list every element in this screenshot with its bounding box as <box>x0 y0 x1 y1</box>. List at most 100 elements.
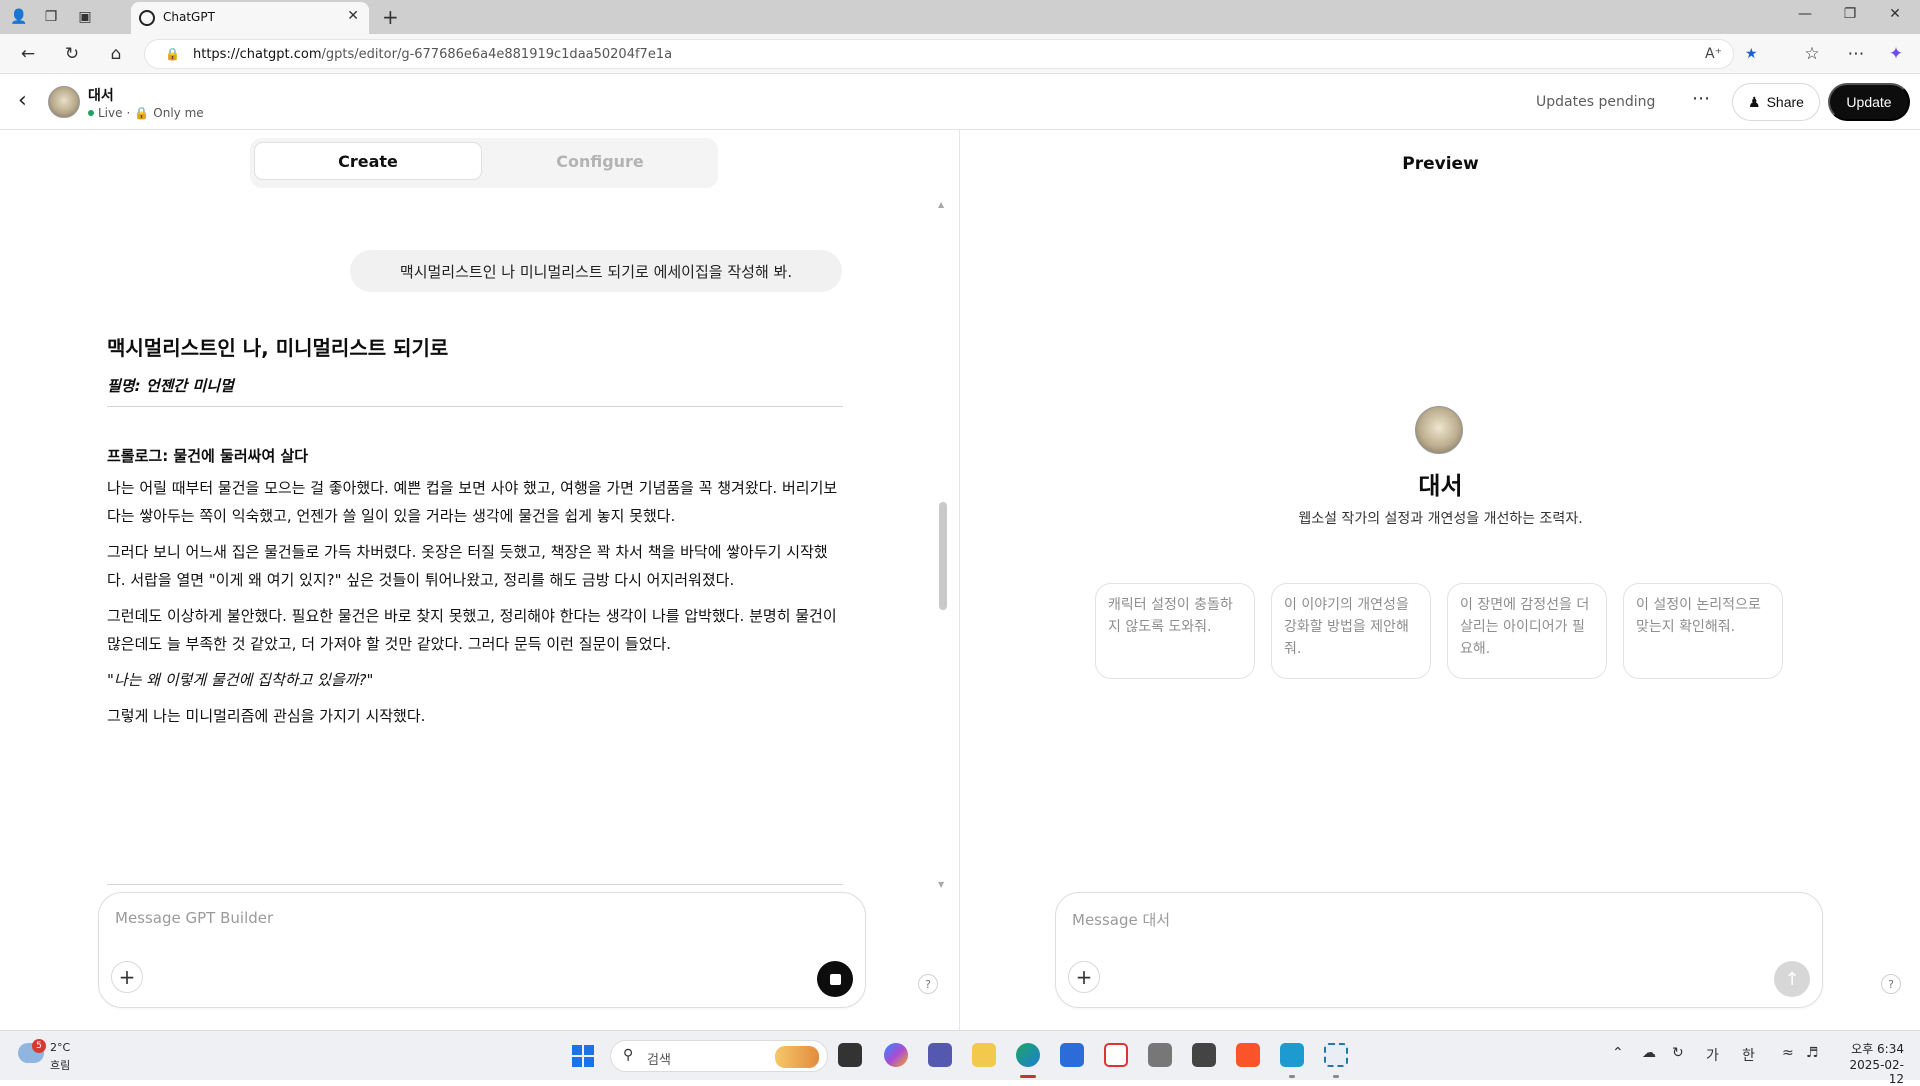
sync-icon[interactable]: ↻ <box>1672 1045 1684 1061</box>
preview-title: Preview <box>1402 154 1479 174</box>
weather-temp[interactable]: 2°C <box>50 1041 70 1054</box>
preview-gpt-name: 대서 <box>1418 472 1463 500</box>
help-icon[interactable]: ? <box>1881 974 1901 994</box>
reload-icon[interactable]: ↻ <box>60 42 84 66</box>
snipping-tool-icon[interactable] <box>1324 1043 1348 1067</box>
search-icon: ⚲ <box>623 1047 634 1063</box>
clock-time[interactable]: 오후 6:34 <box>1848 1040 1904 1057</box>
live-dot-icon <box>88 110 94 116</box>
gpt-status: Live · 🔒 Only me <box>88 106 204 120</box>
active-app-indicator <box>1020 1075 1036 1078</box>
assistant-message: 맥시멀리스트인 나, 미니멀리스트 되기로 필명: 언젠간 미니멀 프롤로그: … <box>107 332 843 738</box>
scroll-down-icon[interactable]: ▼ <box>938 880 944 889</box>
tab-title: ChatGPT <box>163 10 215 24</box>
tab-configure[interactable]: Configure <box>486 142 714 180</box>
task-view-icon[interactable] <box>838 1043 862 1067</box>
close-tab-icon[interactable]: ✕ <box>347 8 359 24</box>
file-explorer-icon[interactable] <box>972 1043 996 1067</box>
essay-section-heading: 프롤로그: 물건에 둘러싸여 살다 <box>107 447 309 465</box>
help-icon[interactable]: ? <box>918 974 938 994</box>
chatgpt-favicon-icon <box>139 10 155 26</box>
favorites-icon[interactable]: ☆ <box>1800 42 1824 66</box>
person-icon: ♟ <box>1748 93 1761 110</box>
more-options-icon[interactable]: ⋯ <box>1692 88 1710 109</box>
divider <box>107 884 843 885</box>
user-message: 맥시멀리스트인 나 미니멀리스트 되기로 에세이집을 작성해 봐. <box>350 250 842 292</box>
divider <box>107 406 843 407</box>
search-highlight-icon <box>775 1046 819 1068</box>
tab-actions-icon[interactable]: ▣ <box>74 6 96 28</box>
sync-app-icon[interactable] <box>1104 1043 1128 1067</box>
copilot-app-icon[interactable] <box>884 1043 908 1067</box>
update-button[interactable]: Update <box>1828 83 1910 121</box>
attach-plus-icon[interactable]: + <box>1068 961 1100 993</box>
builder-scrollbar[interactable]: ▲ ▼ <box>938 200 948 890</box>
attach-plus-icon[interactable]: + <box>111 961 143 993</box>
home-icon[interactable]: ⌂ <box>104 42 128 66</box>
workspaces-icon[interactable]: ❐ <box>40 6 62 28</box>
windows-taskbar: 5 2°C 흐림 ⚲ 검색 ⌃ ☁ ↻ 가 한 ≈ ♬ 오후 6:34 2025… <box>0 1030 1920 1086</box>
new-tab-icon[interactable]: + <box>382 5 399 29</box>
settings-more-icon[interactable]: ⋯ <box>1844 42 1868 66</box>
copilot-icon[interactable]: ✦ <box>1884 42 1908 66</box>
essay-paragraph: 그러다 보니 어느새 집은 물건들로 가득 차버렸다. 옷장은 터질 듯했고, … <box>107 543 828 589</box>
tab-create[interactable]: Create <box>254 142 482 180</box>
stop-icon <box>829 973 841 985</box>
essay-paragraph: 나는 어릴 때부터 물건을 모으는 걸 좋아했다. 예쁜 컵을 보면 사야 했고… <box>107 479 838 525</box>
essay-pen-name: 필명: 언젠간 미니멀 <box>107 377 234 395</box>
essay-title: 맥시멀리스트인 나, 미니멀리스트 되기로 <box>107 336 449 360</box>
share-button[interactable]: ♟ Share <box>1732 83 1820 121</box>
taskbar-search[interactable]: ⚲ 검색 <box>610 1040 828 1072</box>
media-app-icon[interactable] <box>1192 1043 1216 1067</box>
weather-condition[interactable]: 흐림 <box>50 1057 70 1073</box>
send-arrow-icon[interactable]: ↑ <box>1774 961 1810 997</box>
clock-date[interactable]: 2025-02-12 <box>1836 1058 1904 1086</box>
builder-message-input[interactable]: Message GPT Builder <box>115 909 273 927</box>
gpt-avatar <box>1415 406 1463 454</box>
builder-composer[interactable]: Message GPT Builder + <box>98 892 866 1008</box>
conversation-starter[interactable]: 캐릭터 설정이 충돌하지 않도록 도와줘. <box>1095 583 1255 679</box>
chevron-up-icon[interactable]: ⌃ <box>1612 1045 1624 1061</box>
stop-generating-button[interactable] <box>817 961 853 997</box>
favorite-star-icon[interactable]: ★ <box>1745 46 1758 62</box>
conversation-starter[interactable]: 이 설정이 논리적으로 맞는지 확인해줘. <box>1623 583 1783 679</box>
brave-browser-icon[interactable] <box>1236 1043 1260 1067</box>
taskbar-search-text: 검색 <box>647 1053 671 1068</box>
profile-icon[interactable]: 👤 <box>8 6 30 28</box>
preview-message-input[interactable]: Message 대서 <box>1072 909 1170 930</box>
builder-pane: Create Configure 맥시멀리스트인 나 미니멀리스트 되기로 에세… <box>0 130 960 1030</box>
store-icon[interactable] <box>1060 1043 1084 1067</box>
back-arrow-icon[interactable]: ← <box>16 42 40 66</box>
restore-icon[interactable]: ❐ <box>1835 6 1865 22</box>
read-aloud-icon[interactable]: A⁺ <box>1705 46 1722 62</box>
ime-mode-1[interactable]: 가 <box>1706 1045 1719 1065</box>
back-chevron-icon[interactable]: ‹ <box>18 88 27 113</box>
app-icon[interactable] <box>1148 1043 1172 1067</box>
address-bar[interactable]: 🔒 https://chatgpt.com/gpts/editor/g-6776… <box>144 39 1758 69</box>
gpt-avatar <box>48 86 80 118</box>
scrollbar-thumb[interactable] <box>939 502 947 610</box>
windows-start-icon[interactable] <box>572 1045 594 1067</box>
onedrive-icon[interactable]: ☁ <box>1642 1045 1656 1061</box>
lock-icon[interactable]: 🔒 <box>165 47 180 61</box>
ime-mode-2[interactable]: 한 <box>1742 1045 1755 1065</box>
essay-quote: "나는 왜 이렇게 물건에 집착하고 있을까?" <box>107 671 374 689</box>
status-separator: · <box>126 106 131 120</box>
conversation-starter[interactable]: 이 장면에 감정선을 더 살리는 아이디어가 필요해. <box>1447 583 1607 679</box>
notes-app-icon[interactable] <box>1280 1043 1304 1067</box>
essay-closing: 그렇게 나는 미니멀리즘에 관심을 가지기 시작했다. <box>107 707 426 725</box>
minimize-icon[interactable]: — <box>1790 6 1820 22</box>
builder-tabs: Create Configure <box>250 138 718 188</box>
url-text: https://chatgpt.com/gpts/editor/g-677686… <box>193 47 673 62</box>
status-live: Live <box>98 106 123 120</box>
teams-icon[interactable] <box>928 1043 952 1067</box>
volume-icon[interactable]: ♬ <box>1806 1045 1819 1061</box>
close-window-icon[interactable]: ✕ <box>1880 6 1910 22</box>
conversation-starter[interactable]: 이 이야기의 개연성을 강화할 방법을 제안해줘. <box>1271 583 1431 679</box>
edge-browser-icon[interactable] <box>1016 1043 1040 1067</box>
browser-tab-chatgpt[interactable]: ChatGPT ✕ <box>131 2 369 34</box>
essay-paragraph: 그런데도 이상하게 불안했다. 필요한 물건은 바로 찾지 못했고, 정리해야 … <box>107 607 837 653</box>
preview-composer[interactable]: Message 대서 + ↑ <box>1055 892 1823 1008</box>
wifi-icon[interactable]: ≈ <box>1782 1045 1794 1061</box>
scroll-up-icon[interactable]: ▲ <box>938 200 944 209</box>
